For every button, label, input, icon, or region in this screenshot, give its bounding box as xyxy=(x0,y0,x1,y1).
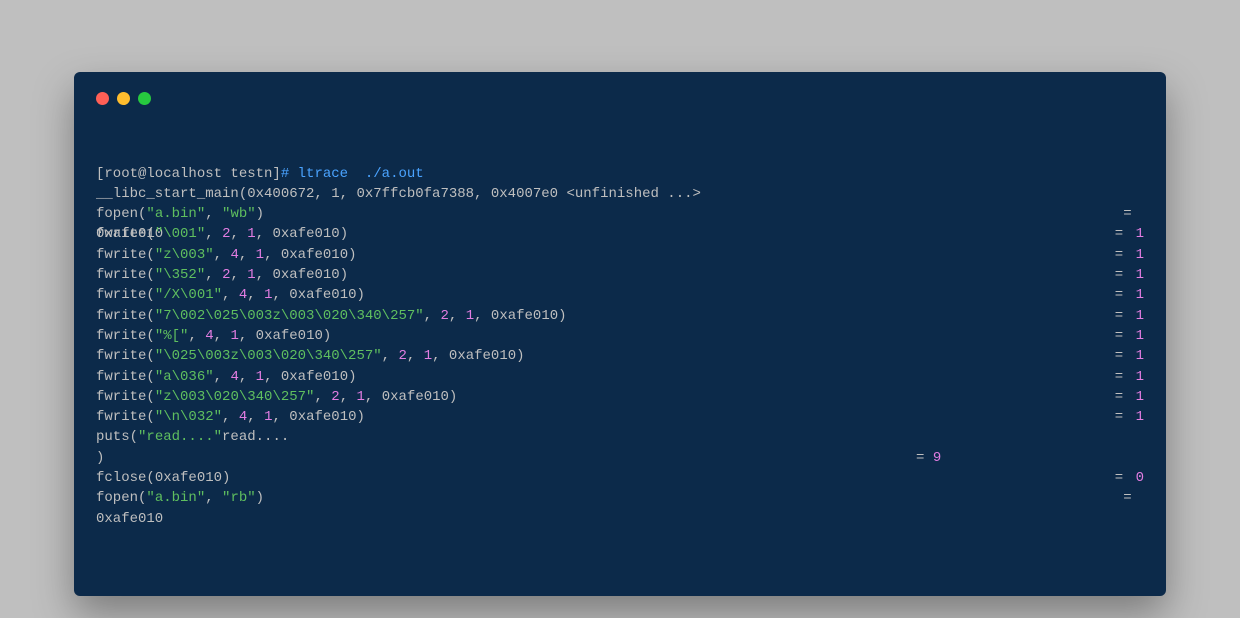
output-line: fwrite("/X\001", 4, 1, 0xafe010)= 1 xyxy=(96,285,1144,305)
output-line: fwrite("\352", 2, 1, 0xafe010)= 1 xyxy=(96,265,1144,285)
output-line: 0xafe010fwrite("\001", 2, 1, 0xafe010)= … xyxy=(96,224,1144,244)
window-titlebar xyxy=(96,92,1144,105)
output-line: fopen("a.bin", "rb")= xyxy=(96,488,1144,508)
output-line: )= 9 xyxy=(96,448,1144,468)
output-line: fwrite("z\003", 4, 1, 0xafe010)= 1 xyxy=(96,245,1144,265)
prompt-command: ltrace ./a.out xyxy=(298,166,424,182)
maximize-icon[interactable] xyxy=(138,92,151,105)
output-line: fwrite("%[", 4, 1, 0xafe010)= 1 xyxy=(96,326,1144,346)
output-line: fwrite("7\002\025\003z\003\020\340\257",… xyxy=(96,306,1144,326)
output-line: 0xafe010 xyxy=(96,509,1144,529)
output-line: __libc_start_main(0x400672, 1, 0x7ffcb0f… xyxy=(96,184,1144,204)
prompt-line: [root@localhost testn]# ltrace ./a.out xyxy=(96,164,1144,184)
output-line: fwrite("z\003\020\340\257", 2, 1, 0xafe0… xyxy=(96,387,1144,407)
output-line: fwrite("a\036", 4, 1, 0xafe010)= 1 xyxy=(96,367,1144,387)
prompt-hash: # xyxy=(281,166,289,182)
close-icon[interactable] xyxy=(96,92,109,105)
output-line: puts("read...."read.... xyxy=(96,427,1144,447)
minimize-icon[interactable] xyxy=(117,92,130,105)
output-line: fclose(0xafe010)= 0 xyxy=(96,468,1144,488)
output-line: fwrite("\025\003z\003\020\340\257", 2, 1… xyxy=(96,346,1144,366)
output-line: fwrite("\n\032", 4, 1, 0xafe010)= 1 xyxy=(96,407,1144,427)
prompt-userhost: [root@localhost testn] xyxy=(96,166,281,182)
terminal-output[interactable]: [root@localhost testn]# ltrace ./a.out__… xyxy=(96,123,1144,570)
output-line: fopen("a.bin", "wb")= xyxy=(96,204,1144,224)
terminal-window: [root@localhost testn]# ltrace ./a.out__… xyxy=(74,72,1166,596)
